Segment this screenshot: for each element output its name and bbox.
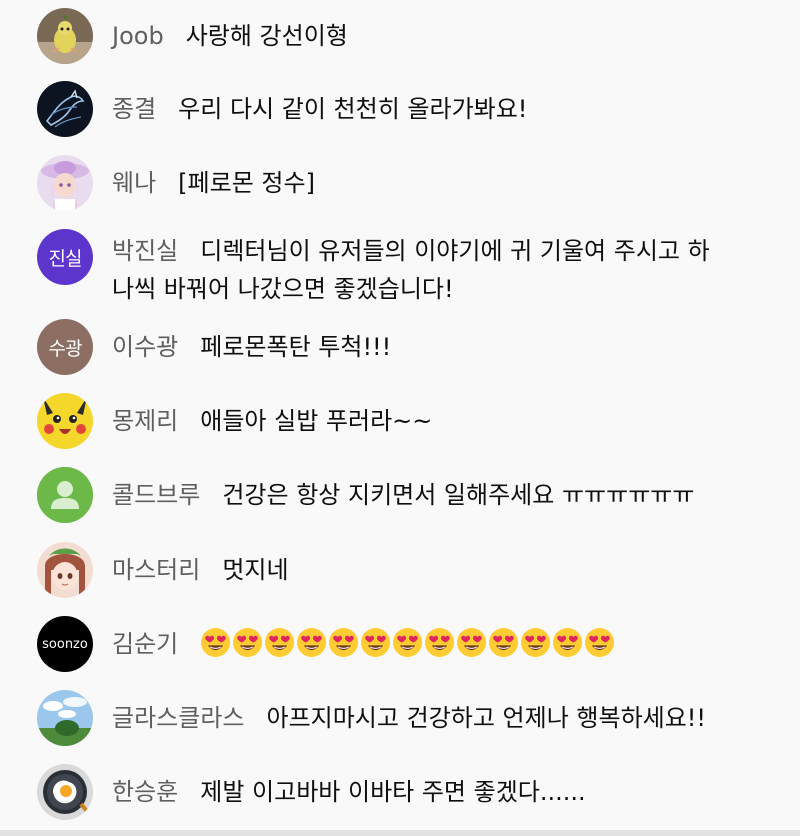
author-avatar[interactable] bbox=[37, 467, 93, 523]
author-name[interactable]: 웨나 bbox=[112, 169, 156, 197]
message-line: 웨나 [페로몬 정수] bbox=[112, 164, 782, 202]
author-avatar[interactable] bbox=[37, 8, 93, 64]
message-line: 몽제리 애들아 실밥 푸러라~~ bbox=[112, 402, 782, 440]
bottom-divider bbox=[0, 830, 800, 836]
message-text: 아프지마시고 건강하고 언제나 행복하세요!! bbox=[266, 704, 707, 732]
author-name[interactable]: 글라스클라스 bbox=[112, 704, 244, 732]
author-name[interactable]: 김순기 bbox=[112, 630, 178, 658]
message-text: 페로몬폭탄 투척!!! bbox=[200, 333, 392, 361]
heart-eyes-emoji-icon bbox=[425, 627, 455, 658]
message-text-continued: 나씩 바꿔어 나갔으면 좋겠습니다! bbox=[112, 275, 454, 303]
message-text: 멋지네 bbox=[222, 556, 289, 584]
anime-girl-hat-avatar-icon bbox=[37, 155, 93, 211]
author-name[interactable]: 박진실 bbox=[112, 237, 178, 265]
message-text: 제발 이고바바 이바타 주면 좋겠다...... bbox=[200, 778, 586, 806]
avatar-logo-text: soonzo bbox=[42, 636, 88, 652]
default-person-avatar-icon bbox=[37, 467, 93, 523]
heart-eyes-emoji-icon bbox=[393, 627, 423, 658]
message-text: 건강은 항상 지키면서 일해주세요 ㅠㅠㅠㅠㅠㅠ bbox=[222, 481, 695, 509]
message-line: 종결 우리 다시 같이 천천히 올라가봐요! bbox=[112, 90, 782, 128]
author-name[interactable]: 몽제리 bbox=[112, 407, 178, 435]
author-avatar[interactable]: 수광 bbox=[37, 319, 93, 375]
author-name[interactable]: 이수광 bbox=[112, 333, 178, 361]
avatar-initials: 진실 bbox=[48, 247, 83, 270]
pikachu-avatar-icon bbox=[37, 393, 93, 449]
message-line: 마스터리 멋지네 bbox=[112, 551, 782, 589]
sky-landscape-avatar-icon bbox=[37, 690, 93, 746]
pear-bird-avatar-icon bbox=[37, 8, 93, 64]
message-line: 김순기 bbox=[112, 625, 782, 663]
heart-eyes-emoji-icon bbox=[265, 627, 295, 658]
author-name[interactable]: 마스터리 bbox=[112, 556, 200, 584]
emoji-row bbox=[200, 627, 615, 658]
author-avatar[interactable]: 진실 bbox=[37, 229, 93, 285]
dark-horse-avatar-icon bbox=[37, 81, 93, 137]
heart-eyes-emoji-icon bbox=[585, 627, 615, 658]
author-avatar[interactable] bbox=[37, 155, 93, 211]
fried-egg-pan-avatar-icon bbox=[37, 764, 93, 820]
heart-eyes-emoji-icon bbox=[233, 627, 263, 658]
author-name[interactable]: Joob bbox=[112, 22, 164, 50]
author-name[interactable]: 한승훈 bbox=[112, 778, 178, 806]
heart-eyes-emoji-icon bbox=[201, 627, 231, 658]
heart-eyes-emoji-icon bbox=[329, 627, 359, 658]
message-text: 애들아 실밥 푸러라~~ bbox=[200, 407, 433, 435]
author-avatar[interactable] bbox=[37, 81, 93, 137]
message-line: 콜드브루 건강은 항상 지키면서 일해주세요 ㅠㅠㅠㅠㅠㅠ bbox=[112, 476, 782, 514]
heart-eyes-emoji-icon bbox=[553, 627, 583, 658]
message-line: 글라스클라스 아프지마시고 건강하고 언제나 행복하세요!! bbox=[112, 699, 782, 737]
message-text: [페로몬 정수] bbox=[178, 169, 315, 197]
message-line: Joob 사랑해 강선이형 bbox=[112, 17, 782, 55]
heart-eyes-emoji-icon bbox=[489, 627, 519, 658]
message-line: 한승훈 제발 이고바바 이바타 주면 좋겠다...... bbox=[112, 773, 782, 811]
avatar-initials: 수광 bbox=[48, 337, 83, 360]
heart-eyes-emoji-icon bbox=[457, 627, 487, 658]
anime-girl-avatar-icon bbox=[37, 542, 93, 598]
heart-eyes-emoji-icon bbox=[361, 627, 391, 658]
author-avatar[interactable] bbox=[37, 542, 93, 598]
message-text: 디렉터님이 유저들의 이야기에 귀 기울여 주시고 하 bbox=[200, 237, 710, 265]
author-avatar[interactable] bbox=[37, 393, 93, 449]
author-avatar[interactable]: soonzo bbox=[37, 616, 93, 672]
message-line: 박진실 디렉터님이 유저들의 이야기에 귀 기울여 주시고 하 나씩 바꿔어 나갔… bbox=[112, 232, 782, 308]
author-name[interactable]: 종결 bbox=[112, 95, 156, 123]
message-line: 이수광 페로몬폭탄 투척!!! bbox=[112, 328, 782, 366]
heart-eyes-emoji-icon bbox=[297, 627, 327, 658]
author-avatar[interactable] bbox=[37, 690, 93, 746]
message-text: 우리 다시 같이 천천히 올라가봐요! bbox=[178, 95, 528, 123]
heart-eyes-emoji-icon bbox=[521, 627, 551, 658]
author-avatar[interactable] bbox=[37, 764, 93, 820]
author-name[interactable]: 콜드브루 bbox=[112, 481, 200, 509]
message-text: 사랑해 강선이형 bbox=[185, 22, 348, 50]
